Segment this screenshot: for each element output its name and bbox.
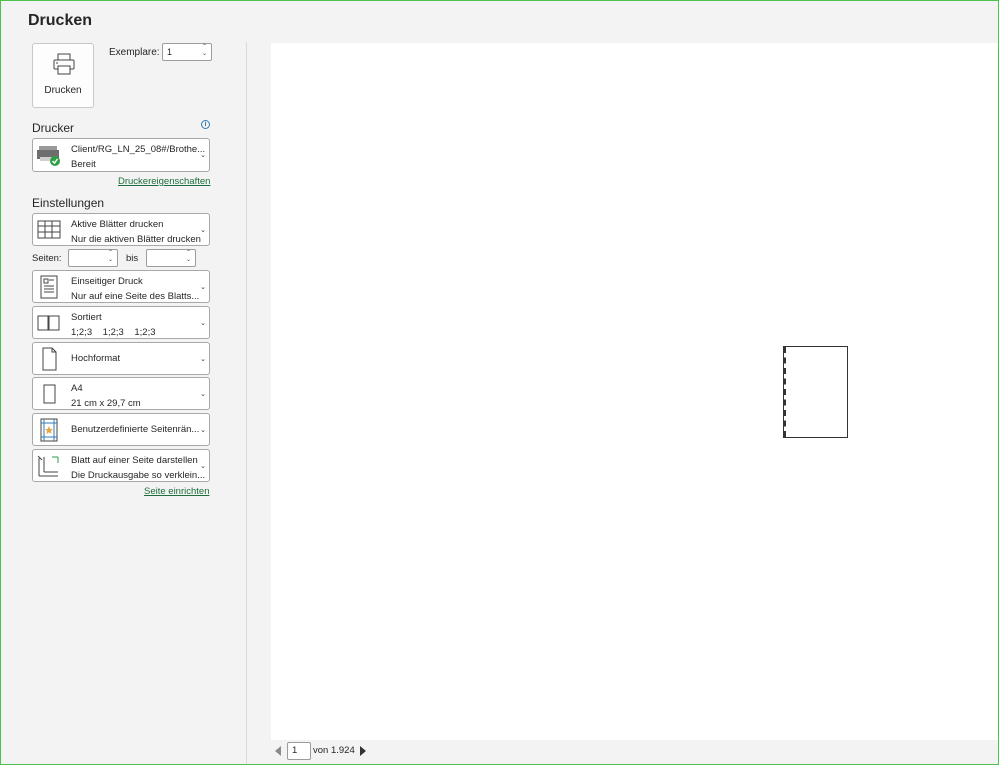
page-setup-link[interactable]: Seite einrichten	[144, 486, 209, 497]
paper-size-dropdown[interactable]: A4 21 cm x 29,7 cm ⌄	[32, 377, 210, 410]
portrait-page-icon	[42, 347, 57, 371]
spinner-arrows-icon[interactable]: ⌃ ⌄	[107, 250, 114, 266]
page-navigation: 1 von 1.924	[271, 741, 471, 761]
printer-status: Bereit	[71, 159, 96, 170]
print-scope-subtitle: Nur die aktiven Blätter drucken	[71, 234, 201, 245]
spinner-arrows-icon[interactable]: ⌃ ⌄	[185, 250, 192, 266]
sides-dropdown[interactable]: Einseitiger Druck Nur auf eine Seite des…	[32, 270, 210, 303]
orientation-title: Hochformat	[71, 353, 121, 364]
chevron-down-icon: ⌄	[200, 355, 206, 363]
print-scope-dropdown[interactable]: Aktive Blätter drucken Nur die aktiven B…	[32, 213, 210, 246]
printer-name: Client/RG_LN_25_08#/Brothe...	[71, 144, 206, 155]
scaling-dropdown[interactable]: Blatt auf einer Seite darstellen Die Dru…	[32, 449, 210, 482]
print-scope-title: Aktive Blätter drucken	[71, 219, 164, 230]
chevron-down-icon: ⌄	[200, 152, 206, 159]
printer-device-icon	[37, 146, 60, 166]
print-button[interactable]: Drucken	[32, 43, 94, 108]
printer-heading: Drucker	[32, 121, 75, 135]
margins-title: Benutzerdefinierte Seitenrän...	[71, 424, 200, 435]
printer-icon	[53, 53, 75, 75]
chevron-down-icon: ⌄	[200, 226, 206, 234]
scaling-subtitle: Die Druckausgabe so verklein...	[71, 470, 206, 481]
margins-dropdown[interactable]: Benutzerdefinierte Seitenrän... ⌄	[32, 413, 210, 446]
sides-subtitle: Nur auf eine Seite des Blatts...	[71, 291, 200, 302]
collate-subtitle: 1;2;3 1;2;3 1;2;3	[71, 327, 156, 338]
paper-size-title: A4	[71, 383, 83, 394]
printer-dropdown[interactable]: Client/RG_LN_25_08#/Brothe... Bereit ⌄	[32, 138, 210, 172]
custom-margins-icon	[40, 418, 58, 442]
chevron-down-icon: ⌄	[200, 390, 206, 398]
printer-properties-link[interactable]: Druckereigenschaften	[118, 176, 210, 187]
page-count-label: von 1.924	[313, 745, 355, 756]
chevron-down-icon: ⌄	[200, 426, 206, 434]
copies-value: 1	[167, 47, 173, 57]
paper-size-icon	[43, 384, 56, 404]
sides-title: Einseitiger Druck	[71, 276, 143, 287]
current-page-input[interactable]: 1	[287, 742, 311, 760]
print-preview-area[interactable]	[271, 43, 998, 740]
spinner-arrows-icon[interactable]: ⌃ ⌄	[201, 44, 208, 60]
panel-divider	[246, 42, 247, 764]
copies-label: Exemplare:	[109, 47, 160, 58]
info-icon[interactable]: i	[201, 120, 210, 129]
copies-spinner[interactable]: 1 ⌃ ⌄	[162, 43, 212, 61]
collate-dropdown[interactable]: Sortiert 1;2;3 1;2;3 1;2;3 ⌄	[32, 306, 210, 339]
collate-title: Sortiert	[71, 312, 102, 323]
chevron-down-icon: ⌄	[200, 319, 206, 327]
print-button-label: Drucken	[44, 85, 82, 96]
sheet-grid-icon	[37, 220, 61, 239]
orientation-dropdown[interactable]: Hochformat ⌄	[32, 342, 210, 375]
pages-label: Seiten:	[32, 253, 62, 264]
pages-to-label: bis	[126, 253, 139, 264]
paper-size-subtitle: 21 cm x 29,7 cm	[71, 398, 141, 409]
chevron-down-icon: ⌄	[200, 462, 206, 470]
previous-page-icon[interactable]	[275, 746, 281, 756]
single-sided-page-icon	[40, 275, 58, 299]
pages-to-spinner[interactable]: ⌃ ⌄	[146, 249, 196, 267]
collated-pages-icon	[37, 315, 60, 331]
fit-to-page-icon	[37, 455, 59, 477]
page-preview-thumbnail	[783, 346, 848, 438]
page-break-dashed-line	[784, 347, 786, 437]
pages-from-spinner[interactable]: ⌃ ⌄	[68, 249, 118, 267]
scaling-title: Blatt auf einer Seite darstellen	[71, 455, 198, 466]
page-title: Drucken	[28, 12, 93, 29]
next-page-icon[interactable]	[360, 746, 366, 756]
chevron-down-icon: ⌄	[200, 283, 206, 291]
settings-heading: Einstellungen	[32, 196, 105, 210]
